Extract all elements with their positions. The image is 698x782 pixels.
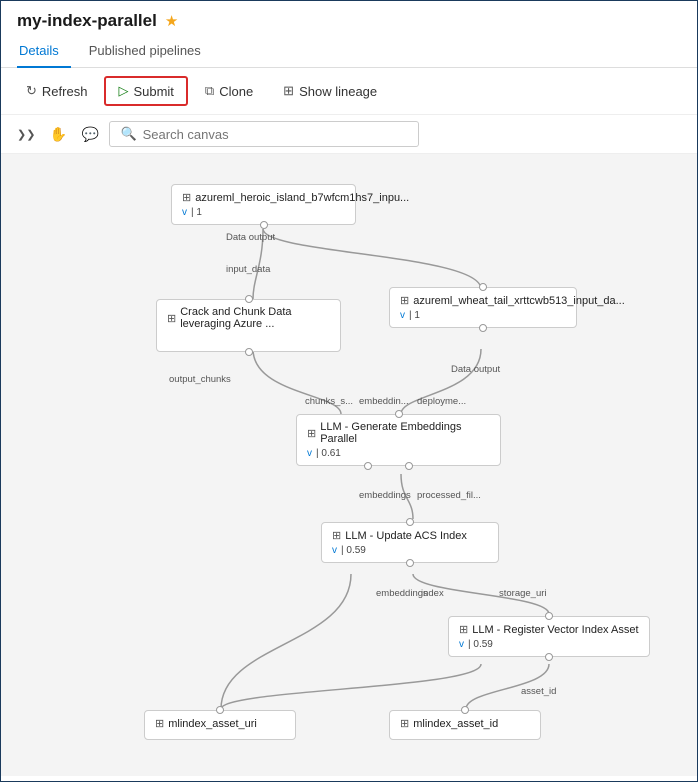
node-title-8: mlindex_asset_id bbox=[413, 718, 498, 730]
node-type-icon-2: ⊞ bbox=[167, 312, 176, 325]
submit-button[interactable]: ▷ Submit bbox=[104, 76, 187, 106]
node-type-icon-3: ⊞ bbox=[400, 294, 409, 307]
node-type-icon-7: ⊞ bbox=[155, 717, 164, 730]
edge-label-data-output-1: Data output bbox=[226, 232, 275, 243]
edge-label-index: index bbox=[421, 588, 444, 599]
port-top-3[interactable] bbox=[479, 283, 487, 291]
port-bottom-3[interactable] bbox=[479, 324, 487, 332]
title-bar: my-index-parallel ★ bbox=[1, 1, 697, 37]
pan-icon-button[interactable]: ✋ bbox=[45, 121, 71, 147]
node-crack-chunk[interactable]: ⊞ Crack and Chunk Data leveraging Azure … bbox=[156, 299, 341, 352]
port-bottom-6[interactable] bbox=[545, 653, 553, 661]
edge-label-embeddings-1: embeddings bbox=[359, 490, 411, 501]
port-bottom-4a[interactable] bbox=[364, 462, 372, 470]
node-title-5: LLM - Update ACS Index bbox=[345, 530, 467, 542]
port-bottom-1[interactable] bbox=[260, 221, 268, 229]
toolbar: ↻ Refresh ▷ Submit ⧉ Clone ⊞ Show lineag… bbox=[1, 68, 697, 115]
show-lineage-button[interactable]: ⊞ Show lineage bbox=[270, 77, 390, 105]
clone-icon: ⧉ bbox=[205, 83, 214, 99]
node-mlindex-id[interactable]: ⊞ mlindex_asset_id bbox=[389, 710, 541, 740]
lineage-icon: ⊞ bbox=[283, 83, 294, 99]
search-input[interactable] bbox=[143, 127, 409, 142]
node-title-4: LLM - Generate Embeddings Parallel bbox=[320, 421, 490, 445]
version-icon-1: v bbox=[182, 207, 187, 218]
refresh-button[interactable]: ↻ Refresh bbox=[13, 77, 100, 105]
clone-button[interactable]: ⧉ Clone bbox=[192, 77, 266, 105]
node-type-icon-5: ⊞ bbox=[332, 529, 341, 542]
comment-icon-button[interactable]: 💬 bbox=[77, 121, 103, 147]
edge-label-embeddings-2: embeddings bbox=[376, 588, 428, 599]
search-icon: 🔍 bbox=[120, 126, 136, 142]
edge-label-data-output-2: Data output bbox=[451, 364, 500, 375]
search-row: ❯❯ ✋ 💬 🔍 bbox=[1, 115, 697, 154]
node-mlindex-uri[interactable]: ⊞ mlindex_asset_uri bbox=[144, 710, 296, 740]
version-icon-6: v bbox=[459, 639, 464, 650]
port-top-6[interactable] bbox=[545, 612, 553, 620]
node-version-4: | 0.61 bbox=[316, 448, 341, 459]
edge-label-asset-id: asset_id bbox=[521, 686, 556, 697]
port-bottom-4b[interactable] bbox=[405, 462, 413, 470]
version-icon-4: v bbox=[307, 448, 312, 459]
node-version-6: | 0.59 bbox=[468, 639, 493, 650]
node-llm-register[interactable]: ⊞ LLM - Register Vector Index Asset v | … bbox=[448, 616, 650, 657]
edge-label-processed: processed_fil... bbox=[417, 490, 481, 501]
edge-label-deployme: deployme... bbox=[417, 396, 466, 407]
chevron-left-icon: ❯❯ bbox=[17, 128, 35, 141]
tab-details[interactable]: Details bbox=[17, 37, 71, 68]
pipeline-canvas[interactable]: Data output input_data output_chunks Dat… bbox=[1, 154, 697, 776]
node-type-icon-4: ⊞ bbox=[307, 427, 316, 440]
edge-label-embeddin: embeddin... bbox=[359, 396, 409, 407]
node-input-2[interactable]: ⊞ azureml_wheat_tail_xrttcwb513_input_da… bbox=[389, 287, 577, 328]
node-type-icon-8: ⊞ bbox=[400, 717, 409, 730]
version-icon-5: v bbox=[332, 545, 337, 556]
favorite-star-icon[interactable]: ★ bbox=[165, 12, 178, 30]
node-title-2: Crack and Chunk Data leveraging Azure ..… bbox=[180, 306, 330, 330]
node-title-7: mlindex_asset_uri bbox=[168, 718, 257, 730]
node-type-icon-1: ⊞ bbox=[182, 191, 191, 204]
node-type-icon-6: ⊞ bbox=[459, 623, 468, 636]
comment-icon: 💬 bbox=[82, 126, 99, 143]
hand-icon: ✋ bbox=[50, 126, 67, 143]
edge-label-storage-uri: storage_uri bbox=[499, 588, 547, 599]
port-top-2[interactable] bbox=[245, 295, 253, 303]
port-top-5[interactable] bbox=[406, 518, 414, 526]
node-title-3: azureml_wheat_tail_xrttcwb513_input_da..… bbox=[413, 295, 625, 307]
page-title: my-index-parallel bbox=[17, 11, 157, 31]
node-version-1: | 1 bbox=[191, 207, 202, 218]
refresh-icon: ↻ bbox=[26, 83, 37, 99]
port-top-8[interactable] bbox=[461, 706, 469, 714]
node-input-1[interactable]: ⊞ azureml_heroic_island_b7wfcm1hs7_inpu.… bbox=[171, 184, 356, 225]
node-llm-embeddings[interactable]: ⊞ LLM - Generate Embeddings Parallel v |… bbox=[296, 414, 501, 466]
edge-label-chunks: chunks_s... bbox=[305, 396, 353, 407]
submit-play-icon: ▷ bbox=[118, 83, 128, 99]
collapse-button[interactable]: ❯❯ bbox=[13, 126, 39, 143]
port-bottom-5[interactable] bbox=[406, 559, 414, 567]
node-llm-acs-index[interactable]: ⊞ LLM - Update ACS Index v | 0.59 bbox=[321, 522, 499, 563]
tab-published-pipelines[interactable]: Published pipelines bbox=[87, 37, 213, 68]
version-icon-3: v bbox=[400, 310, 405, 321]
node-title-6: LLM - Register Vector Index Asset bbox=[472, 624, 638, 636]
node-title-1: azureml_heroic_island_b7wfcm1hs7_inpu... bbox=[195, 192, 409, 204]
node-version-3: | 1 bbox=[409, 310, 420, 321]
edge-label-output-chunks: output_chunks bbox=[169, 374, 231, 385]
port-bottom-2[interactable] bbox=[245, 348, 253, 356]
tabs-bar: Details Published pipelines bbox=[1, 37, 697, 68]
node-version-5: | 0.59 bbox=[341, 545, 366, 556]
port-top-4[interactable] bbox=[395, 410, 403, 418]
edge-label-input-data: input_data bbox=[226, 264, 270, 275]
port-top-7[interactable] bbox=[216, 706, 224, 714]
search-box[interactable]: 🔍 bbox=[109, 121, 419, 147]
